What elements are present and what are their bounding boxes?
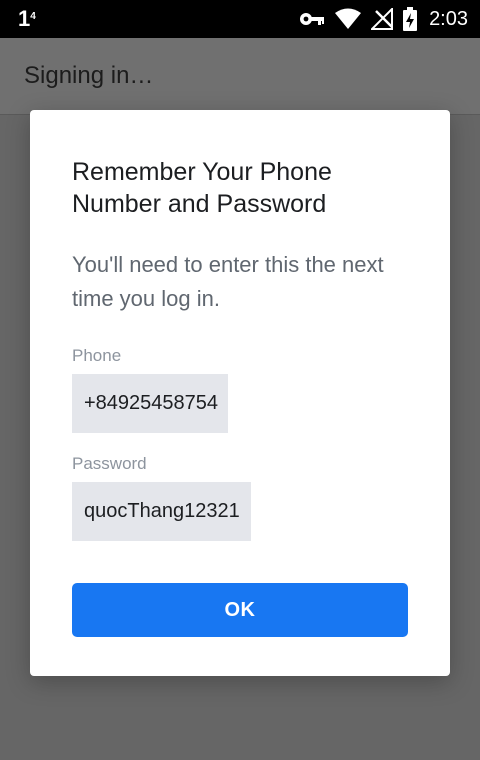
app-bar-title: Signing in… <box>24 62 154 89</box>
wifi-icon <box>335 8 362 30</box>
password-value: quocThang12321 <box>72 482 251 541</box>
phone-label: Phone <box>72 346 122 365</box>
battery-charging-icon <box>403 7 418 31</box>
status-bar: 14 2:03 <box>0 0 480 38</box>
key-icon <box>299 11 325 27</box>
carrier-indicator: 14 <box>18 6 36 32</box>
ok-button[interactable]: OK <box>72 583 408 637</box>
status-icons: 2:03 <box>299 0 468 38</box>
app-bar: Signing in… <box>0 38 480 115</box>
carrier-superscript: 4 <box>30 11 36 22</box>
dialog-message: You'll need to enter this the next time … <box>72 252 384 311</box>
no-signal-icon <box>371 8 394 30</box>
dialog-title: Remember Your Phone Number and Password <box>72 158 332 218</box>
phone-value: +84925458754 <box>72 374 228 433</box>
remember-credentials-dialog: Remember Your Phone Number and Password … <box>30 110 450 676</box>
password-label: Password <box>72 454 147 473</box>
clock: 2:03 <box>429 8 468 30</box>
carrier-text: 1 <box>18 6 31 31</box>
